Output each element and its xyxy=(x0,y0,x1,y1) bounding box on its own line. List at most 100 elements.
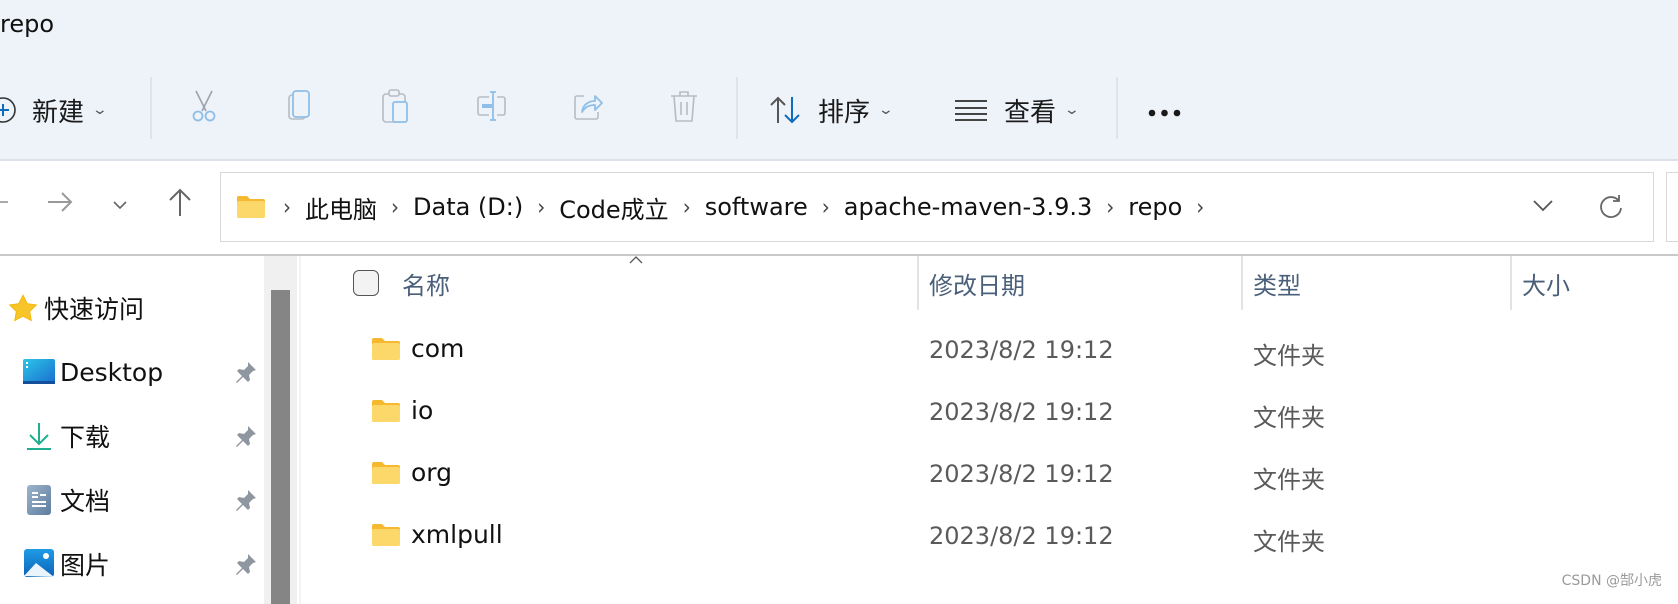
column-header-modified[interactable]: 修改日期 xyxy=(929,256,1239,310)
cut-icon xyxy=(188,89,220,127)
column-resize-handle[interactable] xyxy=(1241,256,1243,310)
breadcrumb-repo[interactable]: repo xyxy=(1122,193,1188,221)
refresh-button[interactable] xyxy=(1591,188,1631,228)
file-row[interactable]: io 2023/8/2 19:12 文件夹 xyxy=(300,382,1678,444)
window-title: repo xyxy=(0,10,55,38)
folder-icon xyxy=(237,196,265,218)
file-modified: 2023/8/2 19:12 xyxy=(929,522,1114,550)
file-type: 文件夹 xyxy=(1253,466,1325,494)
file-row[interactable]: xmlpull 2023/8/2 19:12 文件夹 xyxy=(300,506,1678,568)
plus-circle-icon xyxy=(0,95,18,125)
up-button[interactable] xyxy=(160,184,200,224)
back-button[interactable] xyxy=(0,184,16,224)
sidebar-item-label: 下载 xyxy=(60,423,111,452)
view-button-label: 查看 xyxy=(1004,97,1057,128)
file-modified: 2023/8/2 19:12 xyxy=(929,336,1114,364)
column-header-name[interactable]: 名称 xyxy=(402,256,916,310)
delete-button[interactable] xyxy=(664,88,704,128)
breadcrumb-software[interactable]: software xyxy=(699,193,814,221)
chevron-down-icon: ⌄ xyxy=(91,102,109,118)
arrow-right-icon xyxy=(46,190,74,218)
column-resize-handle[interactable] xyxy=(1510,256,1512,310)
download-icon xyxy=(22,419,56,453)
chevron-down-icon: ⌄ xyxy=(877,102,895,118)
view-button[interactable]: 查看 ⌄ xyxy=(954,88,1081,132)
share-button[interactable] xyxy=(568,88,608,128)
pin-icon[interactable] xyxy=(234,552,258,576)
column-header-size[interactable]: 大小 xyxy=(1522,256,1672,310)
breadcrumb-separator-icon[interactable]: › xyxy=(1188,194,1212,220)
recent-locations-button[interactable] xyxy=(100,184,140,224)
breadcrumb-separator-icon[interactable]: › xyxy=(675,194,699,220)
delete-icon xyxy=(669,89,699,127)
file-name: org xyxy=(411,458,453,487)
paste-icon xyxy=(381,88,411,128)
sidebar-item-label: 图片 xyxy=(60,551,111,580)
star-icon xyxy=(6,291,40,325)
navigation-pane-scrollbar[interactable] xyxy=(264,256,297,604)
cut-button[interactable] xyxy=(184,88,224,128)
search-input[interactable] xyxy=(1666,172,1678,242)
chevron-down-icon: ⌄ xyxy=(1063,102,1081,118)
breadcrumb-separator-icon[interactable]: › xyxy=(383,194,407,220)
file-name: com xyxy=(411,334,465,363)
breadcrumb-separator-icon[interactable]: › xyxy=(529,194,553,220)
chevron-down-icon xyxy=(112,195,128,214)
address-bar[interactable]: › 此电脑 › Data (D:) › Code成立 › software › … xyxy=(220,172,1654,242)
column-resize-handle[interactable] xyxy=(917,256,919,310)
breadcrumb-separator-icon[interactable]: › xyxy=(1098,194,1122,220)
share-icon xyxy=(572,90,604,126)
breadcrumb-code[interactable]: Code成立 xyxy=(553,190,674,225)
select-all-checkbox[interactable] xyxy=(353,270,379,296)
file-type: 文件夹 xyxy=(1253,404,1325,432)
breadcrumb-separator-icon[interactable]: › xyxy=(275,194,299,220)
rename-button[interactable] xyxy=(472,88,512,128)
breadcrumb-separator-icon[interactable]: › xyxy=(814,194,838,220)
file-type: 文件夹 xyxy=(1253,342,1325,370)
folder-icon xyxy=(372,524,400,550)
pictures-icon xyxy=(22,547,56,581)
file-name: io xyxy=(411,396,434,425)
file-type: 文件夹 xyxy=(1253,528,1325,556)
pin-icon[interactable] xyxy=(234,488,258,512)
copy-icon xyxy=(285,89,315,127)
new-button[interactable]: 新建 ⌄ xyxy=(0,88,109,132)
sidebar-item-label: 快速访问 xyxy=(44,295,145,324)
pin-icon[interactable] xyxy=(234,360,258,384)
address-history-button[interactable] xyxy=(1525,189,1561,225)
toolbar-divider xyxy=(150,77,152,139)
watermark: CSDN @郜小虎 xyxy=(1561,573,1662,589)
folder-icon xyxy=(372,400,400,426)
sort-button[interactable]: 排序 ⌄ xyxy=(768,88,895,132)
breadcrumb-apache-maven[interactable]: apache-maven-3.9.3 xyxy=(838,193,1098,221)
sort-icon xyxy=(768,95,802,125)
column-header-type[interactable]: 类型 xyxy=(1253,256,1509,310)
sidebar-item-quick-access[interactable]: 快速访问 xyxy=(6,283,270,333)
command-bar-region: repo 新建 ⌄ 排序 ⌄ 查看 ⌄ xyxy=(0,0,1678,161)
more-options-button[interactable] xyxy=(1146,88,1184,132)
sidebar-item-label: Desktop xyxy=(60,357,164,387)
navigation-pane: 快速访问 Desktop 下载 文档 图片 xyxy=(0,256,264,604)
breadcrumb-this-pc[interactable]: 此电脑 xyxy=(299,190,383,225)
breadcrumb: › 此电脑 › Data (D:) › Code成立 › software › … xyxy=(275,190,1212,225)
sidebar-item-label: 文档 xyxy=(60,487,111,516)
file-modified: 2023/8/2 19:12 xyxy=(929,460,1114,488)
copy-button[interactable] xyxy=(280,88,320,128)
arrow-up-icon xyxy=(167,187,193,221)
paste-button[interactable] xyxy=(376,88,416,128)
breadcrumb-data-drive[interactable]: Data (D:) xyxy=(407,193,529,221)
new-button-label: 新建 xyxy=(32,97,85,128)
file-row[interactable]: com 2023/8/2 19:12 文件夹 xyxy=(300,320,1678,382)
folder-icon xyxy=(372,338,400,364)
toolbar-divider xyxy=(736,77,738,139)
forward-button[interactable] xyxy=(40,184,80,224)
toolbar-divider xyxy=(1116,77,1118,139)
refresh-icon xyxy=(1598,193,1624,223)
sort-button-label: 排序 xyxy=(818,97,871,128)
file-name: xmlpull xyxy=(411,520,503,549)
documents-icon xyxy=(22,483,56,517)
chevron-down-icon xyxy=(1532,198,1554,217)
file-row[interactable]: org 2023/8/2 19:12 文件夹 xyxy=(300,444,1678,506)
scrollbar-thumb[interactable] xyxy=(271,290,290,604)
pin-icon[interactable] xyxy=(234,424,258,448)
